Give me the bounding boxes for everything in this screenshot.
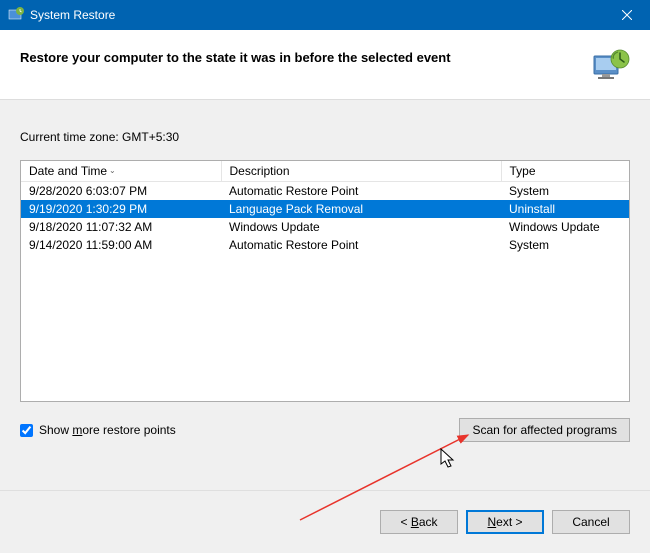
page-heading: Restore your computer to the state it wa…	[20, 46, 451, 65]
next-button[interactable]: Next >	[466, 510, 544, 534]
show-more-label[interactable]: Show more restore points	[39, 423, 176, 437]
footer: < Back Next > Cancel	[0, 490, 650, 553]
table-cell: 9/14/2020 11:59:00 AM	[21, 236, 221, 254]
table-row[interactable]: 9/28/2020 6:03:07 PMAutomatic Restore Po…	[21, 182, 629, 201]
table-cell: Uninstall	[501, 200, 629, 218]
table-cell: Windows Update	[501, 218, 629, 236]
titlebar: System Restore	[0, 0, 650, 30]
scan-affected-programs-button[interactable]: Scan for affected programs	[459, 418, 630, 442]
cancel-button[interactable]: Cancel	[552, 510, 630, 534]
table-cell: Automatic Restore Point	[221, 182, 501, 201]
content-area: Current time zone: GMT+5:30 Date and Tim…	[0, 100, 650, 490]
table-row[interactable]: 9/14/2020 11:59:00 AMAutomatic Restore P…	[21, 236, 629, 254]
column-header-type[interactable]: Type	[501, 161, 629, 182]
show-more-checkbox-wrap: Show more restore points	[20, 423, 176, 437]
table-cell: System	[501, 182, 629, 201]
table-cell: Automatic Restore Point	[221, 236, 501, 254]
column-header-description[interactable]: Description	[221, 161, 501, 182]
table-row[interactable]: 9/19/2020 1:30:29 PMLanguage Pack Remova…	[21, 200, 629, 218]
options-row: Show more restore points Scan for affect…	[20, 418, 630, 442]
restore-wizard-icon	[590, 46, 630, 86]
column-header-date[interactable]: Date and Time⌄	[21, 161, 221, 182]
window-title: System Restore	[30, 8, 604, 22]
table-cell: 9/19/2020 1:30:29 PM	[21, 200, 221, 218]
table-cell: Windows Update	[221, 218, 501, 236]
table-cell: System	[501, 236, 629, 254]
header-section: Restore your computer to the state it wa…	[0, 30, 650, 100]
back-button[interactable]: < Back	[380, 510, 458, 534]
table-cell: 9/18/2020 11:07:32 AM	[21, 218, 221, 236]
restore-points-table: Date and Time⌄ Description Type 9/28/202…	[20, 160, 630, 402]
system-restore-icon	[8, 7, 24, 23]
show-more-checkbox[interactable]	[20, 424, 33, 437]
table-cell: Language Pack Removal	[221, 200, 501, 218]
close-icon	[622, 10, 632, 20]
table-row[interactable]: 9/18/2020 11:07:32 AMWindows UpdateWindo…	[21, 218, 629, 236]
close-button[interactable]	[604, 0, 650, 30]
table-cell: 9/28/2020 6:03:07 PM	[21, 182, 221, 201]
timezone-label: Current time zone: GMT+5:30	[20, 130, 630, 144]
sort-descending-icon: ⌄	[109, 166, 116, 175]
